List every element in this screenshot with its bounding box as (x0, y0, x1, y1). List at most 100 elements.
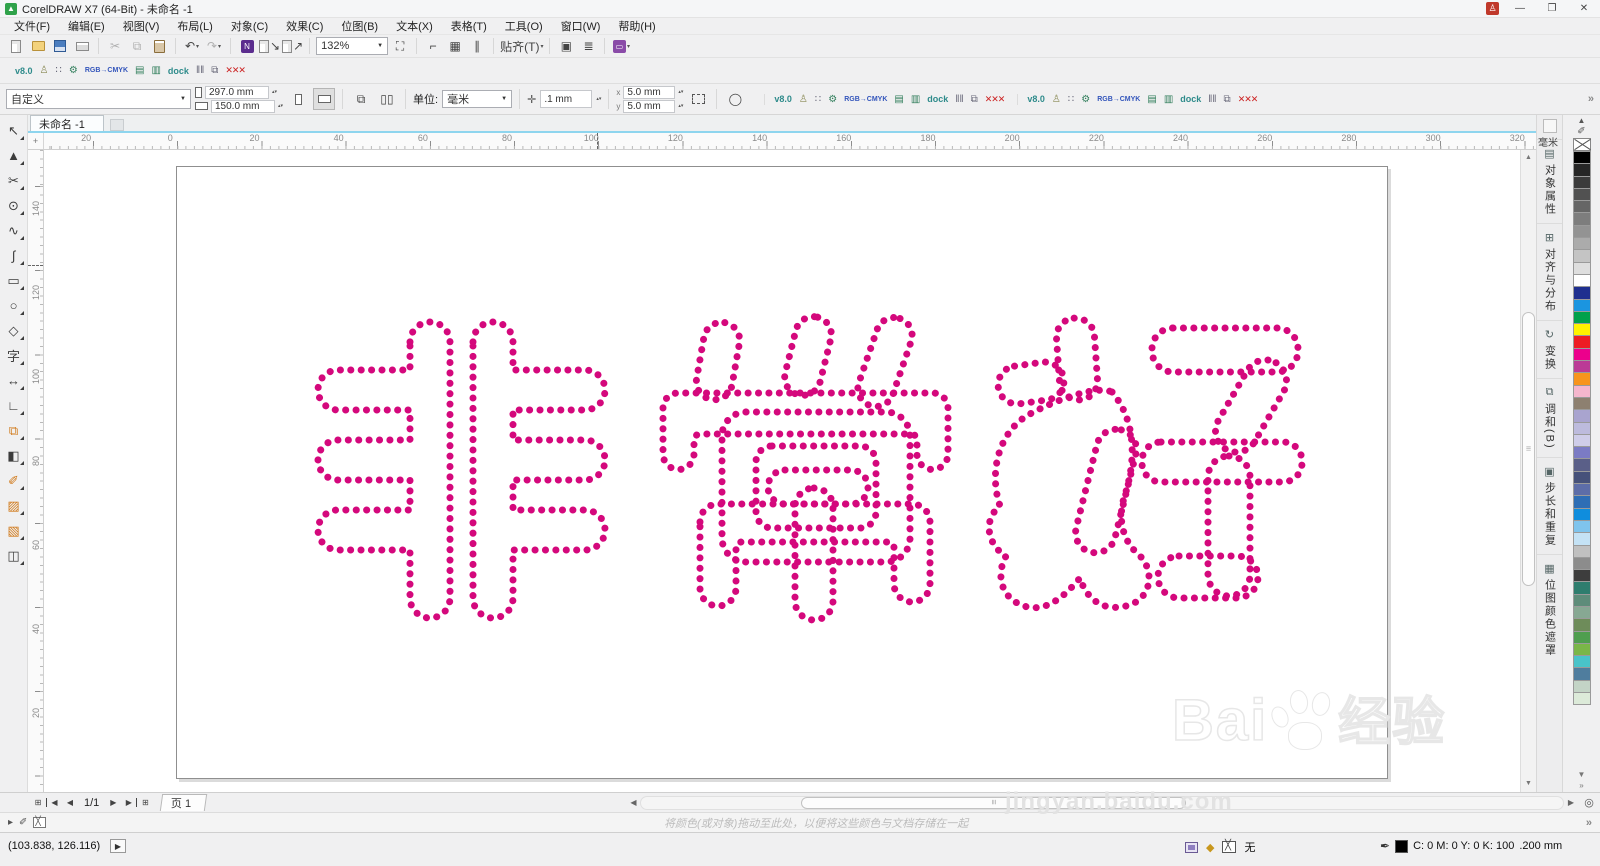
toolbox-tool[interactable]: ▨ (2, 493, 26, 518)
macro-icon[interactable]: ♙ (40, 65, 49, 76)
toolbar-overflow-chevron[interactable]: » (1588, 93, 1594, 105)
toolbox-tool[interactable]: ▲ (2, 143, 26, 168)
no-color-swatch[interactable] (1572, 138, 1591, 151)
nudge-distance-field[interactable]: .1 mm (540, 90, 593, 108)
macro-icon[interactable]: dock (927, 94, 948, 104)
all-pages-button[interactable]: ⧉ (350, 88, 372, 110)
scroll-left-button[interactable]: ◀ (626, 798, 640, 807)
menu-item[interactable]: 窗口(W) (553, 17, 609, 35)
macro-icon[interactable]: ‖‖ (955, 94, 963, 105)
macro-icon[interactable]: ▥ (151, 65, 160, 76)
palette-swatch[interactable] (1572, 470, 1591, 485)
app-launcher-icon[interactable]: N (237, 37, 257, 56)
next-page-button[interactable]: ▶ (105, 798, 121, 807)
minimize-button[interactable]: — (1509, 3, 1531, 14)
page-height-field[interactable]: 150.0 mm (211, 99, 275, 113)
duplicate-y-field[interactable]: 5.0 mm (623, 99, 676, 113)
macro-icon[interactable]: RGB→CMYK (844, 96, 887, 103)
page-tab[interactable]: 页 1 (160, 794, 208, 811)
palette-swatch[interactable] (1572, 495, 1591, 509)
palette-swatch[interactable] (1572, 458, 1591, 472)
menu-item[interactable]: 帮助(H) (610, 17, 663, 35)
menu-item[interactable]: 对象(C) (223, 17, 276, 35)
palette-swatch[interactable] (1572, 532, 1591, 546)
palette-eyedropper-icon[interactable]: ✐ (1577, 126, 1585, 138)
vertical-scrollbar[interactable]: ▲ ▼ (1520, 150, 1536, 792)
palette-swatch[interactable] (1572, 360, 1591, 374)
last-page-button[interactable]: ▶ (121, 798, 138, 807)
toolbox-tool[interactable]: ⊙ (2, 193, 26, 218)
units-combo[interactable]: 毫米 ▼ (442, 90, 513, 108)
fullscreen-preview-button[interactable]: ⛶ (390, 37, 410, 56)
current-page-button[interactable]: ▯▯ (376, 88, 398, 110)
show-rulers-button[interactable]: ⌐ (423, 37, 443, 56)
page-height-spinner[interactable]: ▴▾ (278, 103, 283, 109)
palette-scroll-down-button[interactable]: ▼ (1578, 770, 1586, 779)
macro-icon[interactable]: ✕✕✕ (1238, 94, 1259, 105)
palette-swatch[interactable] (1572, 298, 1591, 312)
palette-swatch[interactable] (1572, 605, 1591, 620)
color-proof-icon[interactable] (1185, 841, 1198, 853)
application-launcher-dropdown[interactable]: ▭ ▾ (611, 37, 631, 56)
portrait-button[interactable] (287, 88, 309, 110)
toolbox-tool[interactable]: ✂ (2, 168, 26, 193)
toolbox-tool[interactable]: ✐ (2, 468, 26, 493)
drawing-canvas[interactable]: Bai经验 (44, 150, 1520, 792)
macro-icon[interactable]: dock (168, 66, 189, 76)
macro-icon[interactable]: ⚙ (828, 94, 837, 105)
first-page-button[interactable]: ◀ (46, 798, 62, 807)
palette-swatch[interactable] (1572, 261, 1591, 275)
toolbox-tool[interactable]: ⧉ (2, 418, 26, 443)
macro-icon[interactable]: dock (1180, 94, 1201, 104)
macro-icon[interactable]: ♙ (799, 94, 808, 105)
new-document-button[interactable] (6, 37, 26, 56)
add-page-button[interactable]: ⊞ (137, 798, 153, 807)
print-button[interactable] (72, 37, 92, 56)
toolbox-tool[interactable]: ▭ (2, 268, 26, 293)
palette-overflow-chevron[interactable]: » (1586, 817, 1592, 829)
close-button[interactable]: ✕ (1573, 3, 1595, 14)
macro-icon[interactable]: ⧉ (971, 94, 978, 105)
import-button[interactable]: ↘ (259, 37, 280, 56)
scroll-up-button[interactable]: ▲ (1521, 150, 1536, 166)
page-width-spinner[interactable]: ▴▾ (272, 89, 277, 95)
macro-icon[interactable]: v8.0 (1027, 94, 1045, 104)
palette-eyedropper-icon[interactable]: ✐ (19, 817, 27, 828)
palette-scroll-up-button[interactable]: ▲ (1578, 116, 1586, 126)
palette-swatch[interactable] (1572, 200, 1591, 214)
export-button[interactable]: ↗ (282, 37, 303, 56)
landscape-button[interactable] (313, 88, 336, 110)
palette-swatch[interactable] (1572, 151, 1591, 165)
macro-icon[interactable]: v8.0 (774, 94, 792, 104)
palette-swatch[interactable] (1572, 372, 1591, 386)
macro-icon[interactable]: ‖‖ (1208, 94, 1216, 105)
menu-item[interactable]: 文件(F) (6, 17, 58, 35)
no-color-swatch[interactable] (33, 816, 47, 828)
show-guidelines-button[interactable]: ∥ (467, 37, 487, 56)
options-button[interactable]: ▣ (556, 37, 576, 56)
palette-swatch[interactable] (1572, 556, 1591, 571)
duplicate-x-spinner[interactable]: ▴▾ (678, 89, 683, 95)
duplicate-y-spinner[interactable]: ▴▾ (678, 103, 683, 109)
palette-swatch[interactable] (1572, 544, 1591, 558)
previous-page-button[interactable]: ◀ (62, 798, 78, 807)
docker-tab[interactable]: ⊞ 对齐与分布 (1537, 223, 1562, 320)
menu-item[interactable]: 编辑(E) (60, 17, 113, 35)
docker-tab[interactable]: ▤ 对象属性 (1537, 139, 1562, 223)
coordinates-flyout-button[interactable]: ▶ (110, 839, 126, 853)
palette-swatch[interactable] (1572, 433, 1591, 448)
toolbox-tool[interactable]: ○ (2, 293, 26, 318)
toolbox-tool[interactable]: 字 (2, 343, 26, 368)
menu-item[interactable]: 布局(L) (169, 17, 220, 35)
palette-swatch[interactable] (1572, 593, 1591, 607)
cut-button[interactable]: ✂ (105, 37, 125, 56)
docker-collapse-button[interactable] (1542, 119, 1557, 133)
save-button[interactable] (50, 37, 70, 56)
palette-swatch[interactable] (1572, 396, 1591, 411)
macro-icon[interactable]: ‖‖ (196, 65, 204, 76)
add-page-button[interactable]: ⊞ (30, 798, 46, 807)
menu-item[interactable]: 工具(O) (497, 17, 551, 35)
palette-swatch[interactable] (1572, 679, 1591, 694)
horizontal-scrollbar[interactable]: ◀ ▶ ◎ (626, 795, 1600, 810)
palette-swatch[interactable] (1572, 224, 1591, 239)
